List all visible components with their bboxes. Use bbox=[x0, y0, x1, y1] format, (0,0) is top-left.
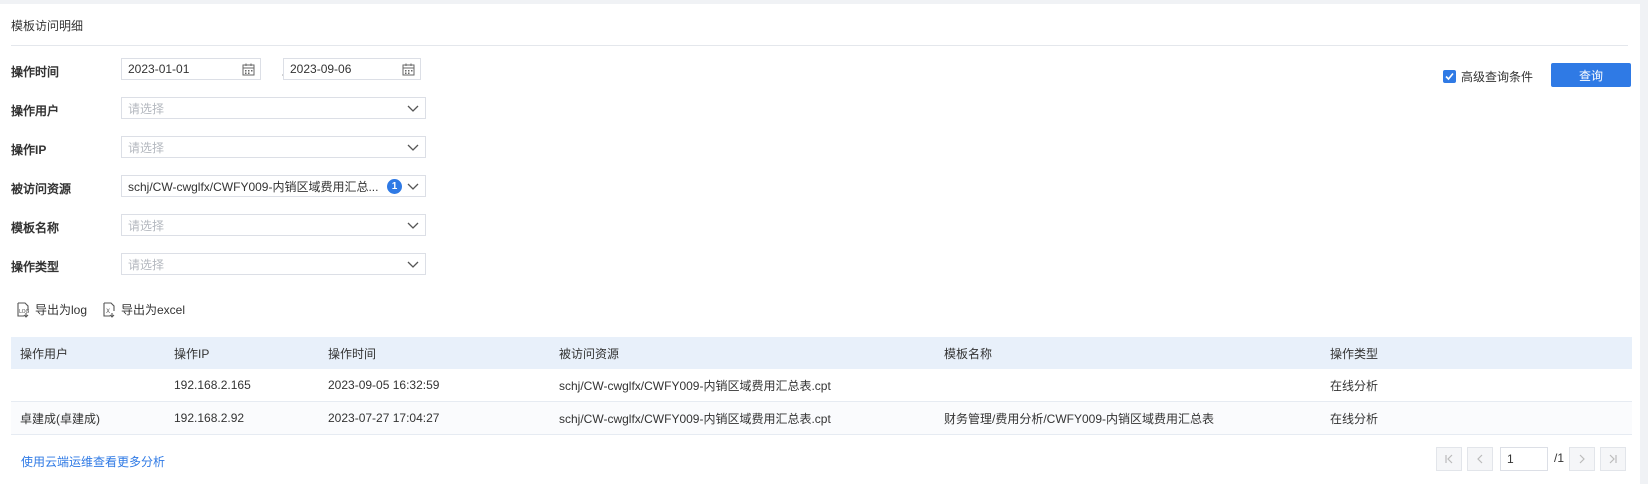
calendar-icon[interactable] bbox=[402, 63, 415, 76]
svg-text:LOG: LOG bbox=[19, 309, 30, 315]
template-access-panel: 模板访问明细 操作时间 2023-01-01 - 2023-09-06 操作用户… bbox=[0, 4, 1640, 484]
column-header-type[interactable]: 操作类型 bbox=[1330, 345, 1378, 362]
resource-label: 被访问资源 bbox=[11, 182, 72, 196]
table-row[interactable]: 192.168.2.165 2023-09-05 16:32:59 schj/C… bbox=[11, 369, 1632, 402]
cell-ip: 192.168.2.165 bbox=[174, 378, 251, 392]
export-excel-button[interactable]: X 导出为excel bbox=[101, 301, 185, 318]
ip-label: 操作IP bbox=[11, 143, 47, 157]
first-page-icon bbox=[1445, 454, 1453, 464]
start-date-value: 2023-01-01 bbox=[128, 62, 190, 76]
table-row[interactable]: 卓建成(卓建成) 192.168.2.92 2023-07-27 17:04:2… bbox=[11, 402, 1632, 435]
cell-template: 财务管理/费用分析/CWFY009-内销区域费用汇总表 bbox=[944, 411, 1215, 426]
cell-type: 在线分析 bbox=[1330, 411, 1379, 426]
query-button[interactable]: 查询 bbox=[1551, 63, 1631, 87]
prev-page-icon bbox=[1477, 454, 1483, 464]
cell-time: 2023-09-05 16:32:59 bbox=[328, 378, 440, 392]
cell-type: 在线分析 bbox=[1330, 378, 1379, 393]
column-header-template[interactable]: 模板名称 bbox=[944, 345, 992, 362]
calendar-icon[interactable] bbox=[242, 63, 255, 76]
title-divider bbox=[11, 45, 1628, 46]
cell-ip: 192.168.2.92 bbox=[174, 411, 245, 425]
last-page-icon bbox=[1609, 454, 1617, 464]
access-detail-table: 操作用户 操作IP 操作时间 被访问资源 模板名称 操作类型 192.168.2… bbox=[11, 337, 1632, 435]
template-label: 模板名称 bbox=[11, 221, 60, 235]
user-select[interactable]: 请选择 bbox=[121, 97, 426, 119]
column-header-time[interactable]: 操作时间 bbox=[328, 345, 376, 362]
page-scrollbar[interactable] bbox=[1640, 0, 1648, 484]
chevron-down-icon bbox=[407, 183, 419, 190]
cell-resource: schj/CW-cwglfx/CWFY009-内销区域费用汇总表.cpt bbox=[559, 411, 831, 426]
table-header: 操作用户 操作IP 操作时间 被访问资源 模板名称 操作类型 bbox=[11, 337, 1632, 369]
optype-placeholder: 请选择 bbox=[128, 257, 165, 272]
optype-label: 操作类型 bbox=[11, 260, 60, 274]
cell-user: 卓建成(卓建成) bbox=[20, 411, 100, 426]
ip-placeholder: 请选择 bbox=[128, 140, 165, 155]
user-placeholder: 请选择 bbox=[128, 101, 165, 116]
last-page-button[interactable] bbox=[1600, 447, 1626, 471]
export-log-label: 导出为log bbox=[35, 303, 88, 317]
export-excel-label: 导出为excel bbox=[121, 303, 186, 317]
cell-resource: schj/CW-cwglfx/CWFY009-内销区域费用汇总表.cpt bbox=[559, 378, 831, 393]
column-header-user[interactable]: 操作用户 bbox=[20, 345, 68, 362]
page-number-value: 1 bbox=[1507, 452, 1514, 466]
start-date-input[interactable]: 2023-01-01 bbox=[121, 58, 261, 80]
template-select[interactable]: 请选择 bbox=[121, 214, 426, 236]
chevron-down-icon bbox=[407, 261, 419, 268]
next-page-icon bbox=[1579, 454, 1585, 464]
optype-select[interactable]: 请选择 bbox=[121, 253, 426, 275]
pagination: 1 /1 bbox=[0, 447, 1640, 471]
end-date-input[interactable]: 2023-09-06 bbox=[283, 58, 421, 80]
column-header-ip[interactable]: 操作IP bbox=[174, 345, 209, 362]
column-header-resource[interactable]: 被访问资源 bbox=[559, 345, 619, 362]
time-label: 操作时间 bbox=[11, 65, 60, 79]
first-page-button[interactable] bbox=[1436, 447, 1462, 471]
resource-select[interactable]: schj/CW-cwglfx/CWFY009-内销区域费用汇总... 1 bbox=[121, 175, 426, 197]
page-total: /1 bbox=[1554, 451, 1565, 465]
export-log-icon: LOG bbox=[17, 301, 30, 318]
advanced-query-toggle[interactable]: 高级查询条件 bbox=[1443, 68, 1533, 85]
chevron-down-icon bbox=[407, 105, 419, 112]
cell-time: 2023-07-27 17:04:27 bbox=[328, 411, 440, 425]
ip-select[interactable]: 请选择 bbox=[121, 136, 426, 158]
next-page-button[interactable] bbox=[1569, 447, 1595, 471]
page-number-input[interactable]: 1 bbox=[1500, 447, 1548, 471]
checkbox-checked-icon[interactable] bbox=[1443, 70, 1456, 83]
export-log-button[interactable]: LOG 导出为log bbox=[15, 301, 87, 318]
chevron-down-icon bbox=[407, 222, 419, 229]
prev-page-button[interactable] bbox=[1467, 447, 1493, 471]
resource-value: schj/CW-cwglfx/CWFY009-内销区域费用汇总... bbox=[128, 179, 379, 194]
export-excel-icon: X bbox=[103, 301, 115, 318]
panel-title: 模板访问明细 bbox=[11, 19, 84, 33]
template-placeholder: 请选择 bbox=[128, 218, 165, 233]
end-date-value: 2023-09-06 bbox=[290, 62, 352, 76]
selection-count-badge: 1 bbox=[387, 179, 402, 194]
advanced-query-label: 高级查询条件 bbox=[1461, 70, 1534, 84]
chevron-down-icon bbox=[407, 144, 419, 151]
svg-text:X: X bbox=[106, 308, 110, 315]
user-label: 操作用户 bbox=[11, 104, 60, 118]
